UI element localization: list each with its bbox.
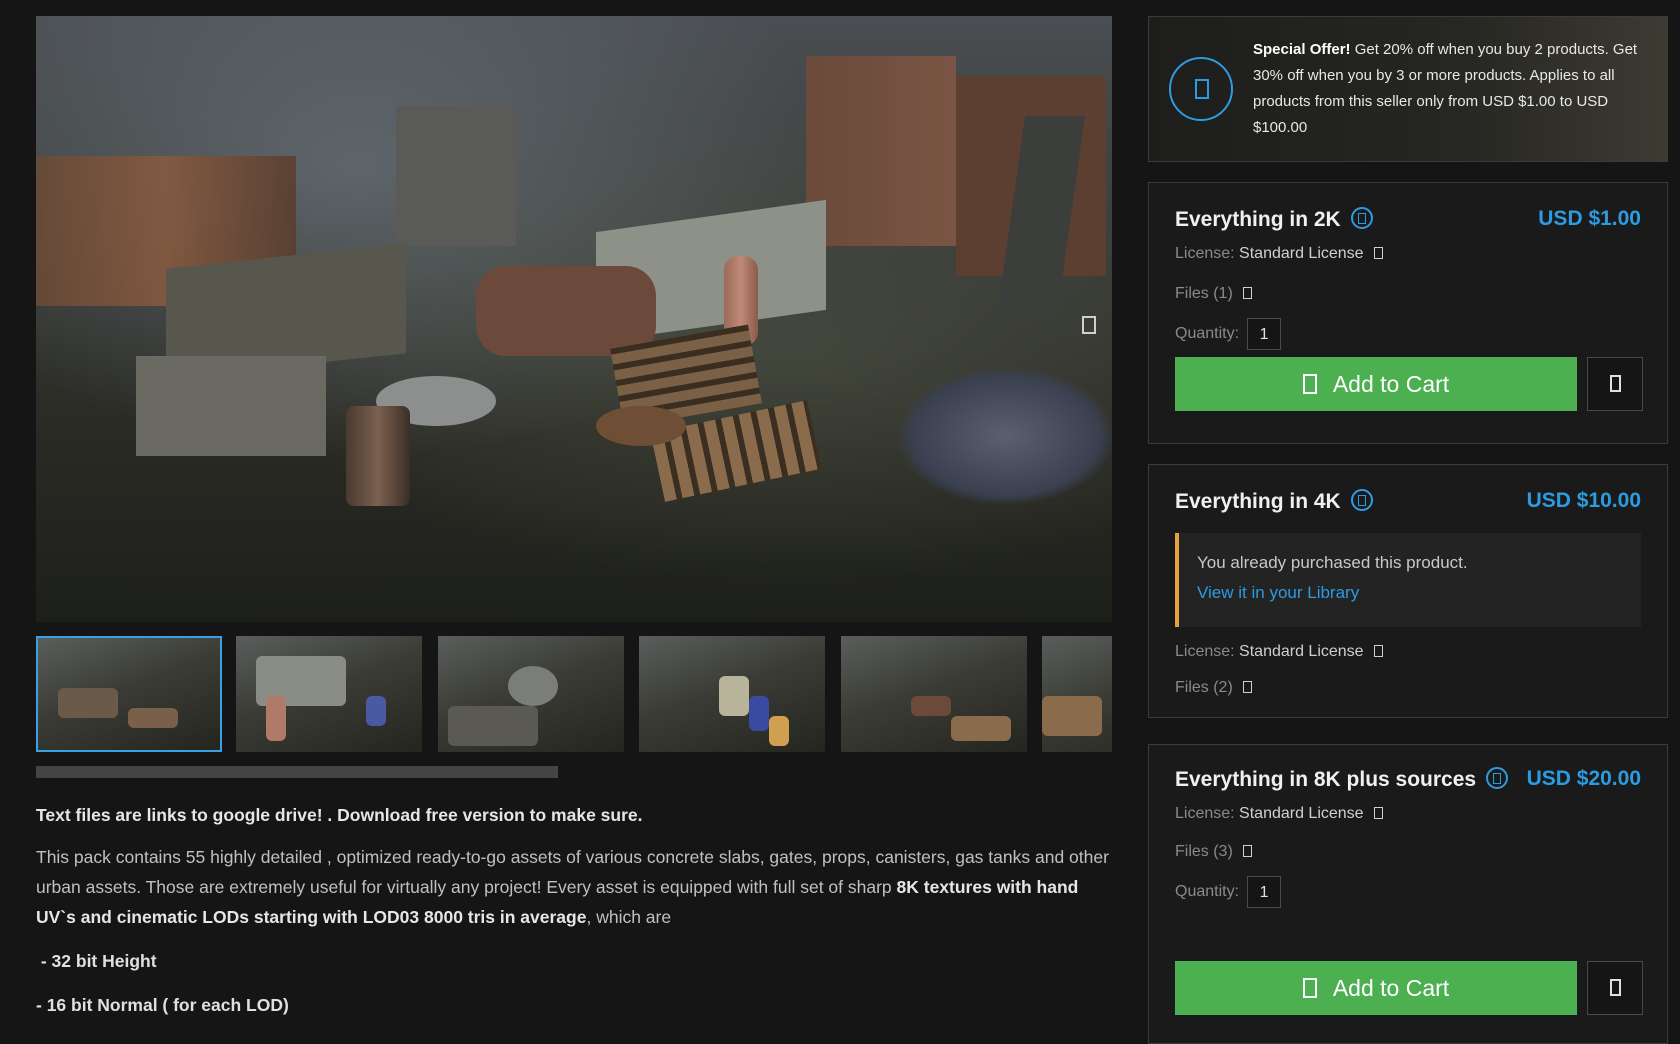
image-rubble — [896, 366, 1112, 506]
files-row[interactable]: Files (3) — [1175, 843, 1252, 861]
files-label[interactable]: Files (3) — [1175, 843, 1233, 860]
description-body-text: , which are — [586, 907, 672, 927]
image-barrel — [346, 406, 410, 506]
product-price: USD $20.00 — [1526, 767, 1641, 790]
library-link[interactable]: View it in your Library — [1197, 583, 1359, 603]
license-info-icon[interactable] — [1373, 247, 1383, 259]
quantity-row: Quantity: 1 — [1175, 875, 1282, 909]
image-brick-pile — [476, 266, 656, 356]
license-value: Standard License — [1239, 643, 1364, 660]
thumbnail[interactable] — [841, 636, 1027, 752]
license-info-icon[interactable] — [1373, 645, 1383, 657]
quantity-label: Quantity: — [1175, 325, 1240, 342]
thumbnail[interactable] — [438, 636, 624, 752]
files-label[interactable]: Files (2) — [1175, 679, 1233, 696]
thumbnail[interactable] — [36, 636, 222, 752]
image-manhole — [596, 406, 686, 446]
purchased-notice: You already purchased this product. View… — [1175, 533, 1641, 627]
product-price: USD $10.00 — [1526, 489, 1641, 512]
license-label: License: — [1175, 805, 1235, 822]
quantity-row: Quantity: 1 — [1175, 317, 1282, 351]
expand-icon[interactable] — [1082, 316, 1096, 334]
license-row: License: Standard License — [1175, 245, 1383, 263]
product-title: Everything in 2K — [1175, 207, 1373, 232]
files-toggle-icon[interactable] — [1242, 681, 1252, 693]
thumbnail[interactable] — [236, 636, 422, 752]
add-to-cart-button[interactable]: Add to Cart — [1175, 961, 1577, 1015]
product-card-8k: Everything in 8K plus sources USD $20.00… — [1148, 744, 1668, 1044]
image-gate — [396, 106, 516, 246]
info-icon[interactable] — [1486, 767, 1509, 789]
files-row[interactable]: Files (1) — [1175, 285, 1252, 303]
add-to-cart-label: Add to Cart — [1332, 370, 1450, 397]
license-label: License: — [1175, 643, 1235, 660]
product-card-2k: Everything in 2K USD $1.00 License: Stan… — [1148, 182, 1668, 444]
license-row: License: Standard License — [1175, 805, 1383, 823]
files-toggle-icon[interactable] — [1242, 845, 1252, 857]
tag-icon — [1169, 57, 1233, 121]
info-icon[interactable] — [1350, 207, 1373, 229]
quantity-input[interactable]: 1 — [1247, 317, 1282, 350]
product-title-text: Everything in 4K — [1175, 490, 1341, 513]
special-offer-banner: Special Offer! Get 20% off when you buy … — [1148, 16, 1668, 162]
files-toggle-icon[interactable] — [1242, 287, 1252, 299]
image-concrete-slab — [136, 356, 326, 456]
thumbnail[interactable] — [1042, 636, 1112, 752]
description-lead: Text files are links to google drive! . … — [36, 805, 643, 825]
license-value: Standard License — [1239, 245, 1364, 262]
product-card-4k: Everything in 4K USD $10.00 You already … — [1148, 464, 1668, 718]
license-value: Standard License — [1239, 805, 1364, 822]
product-title-text: Everything in 2K — [1175, 208, 1341, 231]
product-price: USD $1.00 — [1538, 207, 1641, 230]
offer-text: Special Offer! Get 20% off when you buy … — [1253, 37, 1653, 141]
cart-icon — [1302, 978, 1317, 998]
license-info-icon[interactable] — [1373, 807, 1383, 819]
main-product-image[interactable] — [36, 16, 1112, 622]
image-gate — [806, 56, 956, 246]
license-row: License: Standard License — [1175, 643, 1383, 661]
info-icon[interactable] — [1350, 489, 1373, 511]
wishlist-button[interactable] — [1587, 961, 1643, 1015]
product-title-text: Everything in 8K plus sources — [1175, 768, 1477, 791]
thumbnail-scrollbar[interactable] — [36, 766, 558, 778]
files-row[interactable]: Files (2) — [1175, 679, 1252, 697]
wishlist-icon — [1610, 375, 1621, 392]
thumbnail[interactable] — [639, 636, 825, 752]
add-to-cart-button[interactable]: Add to Cart — [1175, 357, 1577, 411]
cart-icon — [1302, 374, 1317, 394]
offer-headline: Special Offer! — [1253, 41, 1351, 58]
product-description: Text files are links to google drive! . … — [36, 800, 1116, 1034]
files-label[interactable]: Files (1) — [1175, 285, 1233, 302]
description-body: This pack contains 55 highly detailed , … — [36, 842, 1116, 932]
thumbnail-strip — [36, 636, 1112, 752]
description-list-item: - 32 bit Height — [36, 951, 157, 971]
quantity-label: Quantity: — [1175, 883, 1240, 900]
wishlist-button[interactable] — [1587, 357, 1643, 411]
purchased-message: You already purchased this product. — [1197, 553, 1468, 572]
description-list-item: - 16 bit Normal ( for each LOD) — [36, 995, 289, 1015]
wishlist-icon — [1610, 979, 1621, 996]
product-title: Everything in 4K — [1175, 489, 1373, 514]
quantity-input[interactable]: 1 — [1247, 875, 1282, 908]
product-title: Everything in 8K plus sources — [1175, 767, 1509, 792]
license-label: License: — [1175, 245, 1235, 262]
add-to-cart-label: Add to Cart — [1332, 974, 1450, 1001]
